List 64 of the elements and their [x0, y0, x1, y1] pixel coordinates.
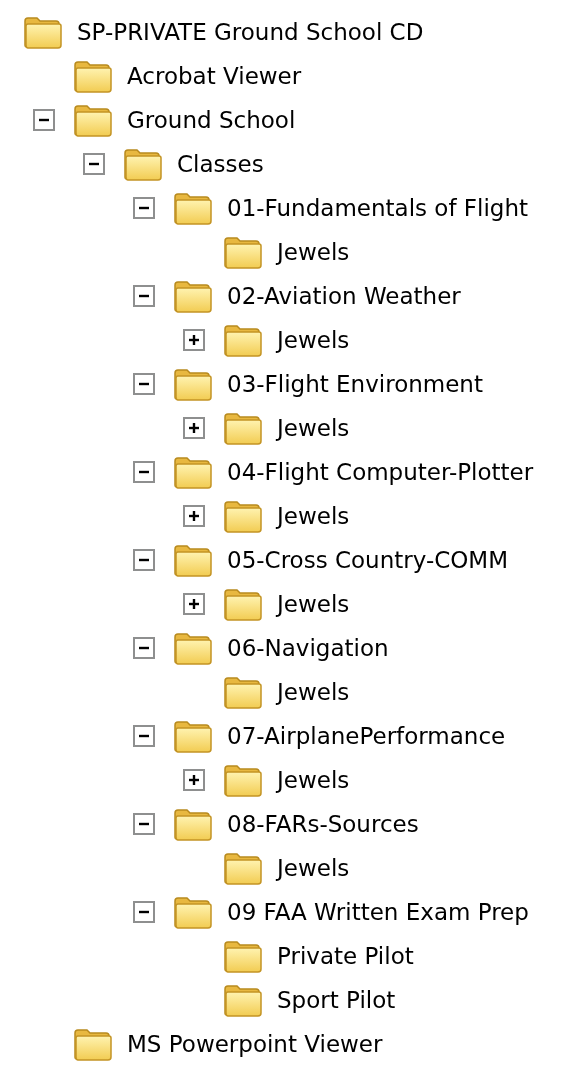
folder-label[interactable]: Jewels: [277, 502, 350, 530]
folder-icon: [73, 59, 113, 93]
folder-icon: [173, 191, 213, 225]
folder-icon: [173, 895, 213, 929]
expand-toggle[interactable]: [33, 109, 55, 131]
folder-icon: [223, 675, 263, 709]
folder-label[interactable]: 08-FARs-Sources: [227, 810, 419, 838]
expand-toggle[interactable]: [183, 329, 205, 351]
expand-toggle[interactable]: [183, 769, 205, 791]
folder-label[interactable]: Jewels: [277, 766, 350, 794]
expand-toggle[interactable]: [183, 417, 205, 439]
folder-label[interactable]: Jewels: [277, 326, 350, 354]
folder-icon: [223, 587, 263, 621]
folder-icon: [173, 631, 213, 665]
expand-toggle[interactable]: [133, 461, 155, 483]
folder-label[interactable]: 04-Flight Computer-Plotter: [227, 458, 534, 486]
folder-label[interactable]: SP-PRIVATE Ground School CD: [77, 18, 424, 46]
folder-icon: [223, 323, 263, 357]
folder-label[interactable]: 02-Aviation Weather: [227, 282, 461, 310]
expand-toggle[interactable]: [133, 813, 155, 835]
folder-icon: [23, 15, 63, 49]
folder-label[interactable]: 09 FAA Written Exam Prep: [227, 898, 529, 926]
folder-icon: [223, 763, 263, 797]
folder-label[interactable]: Acrobat Viewer: [127, 62, 302, 90]
folder-icon: [73, 1027, 113, 1061]
expand-toggle[interactable]: [133, 725, 155, 747]
folder-icon: [123, 147, 163, 181]
expand-toggle[interactable]: [133, 197, 155, 219]
expand-toggle[interactable]: [133, 901, 155, 923]
folder-label[interactable]: Jewels: [277, 854, 350, 882]
expand-toggle[interactable]: [133, 549, 155, 571]
folder-icon: [223, 939, 263, 973]
folder-label[interactable]: 07-AirplanePerformance: [227, 722, 506, 750]
folder-label[interactable]: MS Powerpoint Viewer: [127, 1030, 383, 1058]
folder-label[interactable]: 03-Flight Environment: [227, 370, 483, 398]
folder-icon: [223, 411, 263, 445]
folder-label[interactable]: Jewels: [277, 238, 350, 266]
expand-toggle[interactable]: [183, 505, 205, 527]
folder-icon: [173, 719, 213, 753]
folder-label[interactable]: Classes: [177, 150, 264, 178]
folder-label[interactable]: 05-Cross Country-COMM: [227, 546, 509, 574]
folder-icon: [223, 235, 263, 269]
folder-icon: [173, 807, 213, 841]
folder-label[interactable]: 01-Fundamentals of Flight: [227, 194, 528, 222]
folder-icon: [173, 279, 213, 313]
folder-icon: [223, 499, 263, 533]
folder-label[interactable]: Jewels: [277, 590, 350, 618]
folder-label[interactable]: Ground School: [127, 106, 296, 134]
folder-icon: [223, 983, 263, 1017]
expand-toggle[interactable]: [133, 637, 155, 659]
folder-icon: [173, 455, 213, 489]
folder-label[interactable]: Private Pilot: [277, 942, 414, 970]
folder-icon: [173, 367, 213, 401]
folder-icon: [173, 543, 213, 577]
expand-toggle[interactable]: [183, 593, 205, 615]
expand-toggle[interactable]: [133, 373, 155, 395]
folder-label[interactable]: Sport Pilot: [277, 986, 396, 1014]
expand-toggle[interactable]: [133, 285, 155, 307]
folder-label[interactable]: Jewels: [277, 678, 350, 706]
folder-icon: [223, 851, 263, 885]
expand-toggle[interactable]: [83, 153, 105, 175]
folder-label[interactable]: Jewels: [277, 414, 350, 442]
folder-label[interactable]: 06-Navigation: [227, 634, 389, 662]
folder-icon: [73, 103, 113, 137]
